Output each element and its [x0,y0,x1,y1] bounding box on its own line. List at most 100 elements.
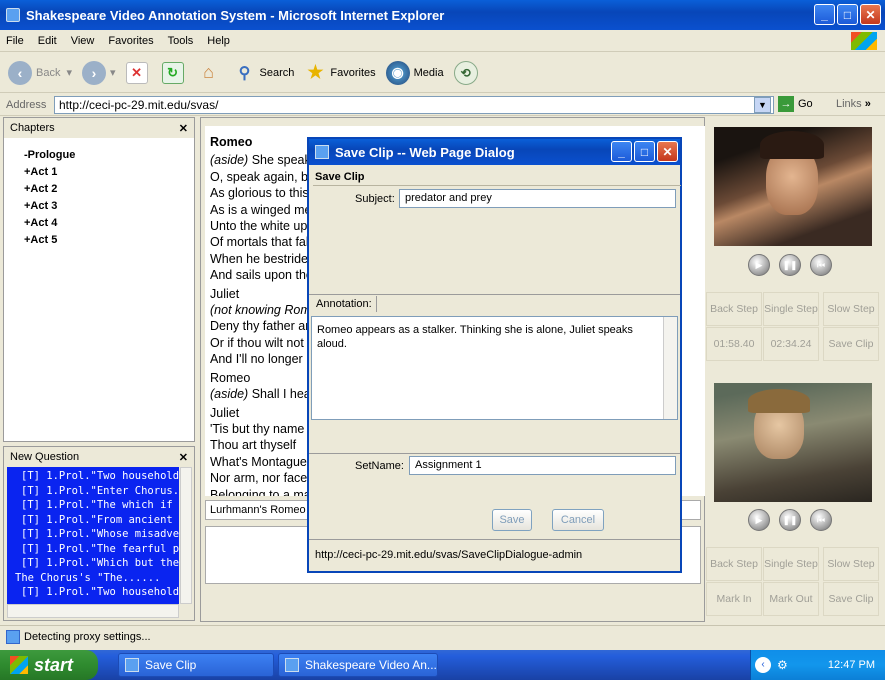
close-button[interactable]: ✕ [657,141,678,162]
annotation-textarea[interactable]: Romeo appears as a stalker. Thinking she… [311,316,678,420]
chevron-left-icon[interactable]: ‹ [755,657,771,673]
list-item[interactable]: [T] 1.Prol."Whose misadvent[ [21,527,179,542]
search-button[interactable]: ⚲ Search [234,62,295,84]
menu-tools[interactable]: Tools [168,35,194,47]
pause-button[interactable]: ❚❚ [779,509,801,531]
forward-arrow-icon: › [82,60,106,85]
chapters-panel: Chapters ✕ -Prologue +Act 1 +Act 2 +Act … [3,117,195,442]
subject-label: Subject: [355,193,395,205]
save-button[interactable]: Save [492,509,532,531]
list-item[interactable]: [T] 1.Prol."Two households [21,469,179,484]
forward-button[interactable]: › ▾ [82,60,116,85]
dialog-titlebar: Save Clip -- Web Page Dialog _ □ ✕ [309,139,680,165]
chapter-item[interactable]: -Prologue [24,149,194,161]
history-button[interactable]: ⟲ [453,60,482,85]
actor-hair [760,131,824,159]
play-button[interactable]: ▶ [748,254,770,276]
close-button[interactable]: ✕ [860,4,881,25]
video-player-top[interactable] [714,127,872,246]
close-icon[interactable]: ✕ [179,122,188,135]
menu-edit[interactable]: Edit [38,35,57,47]
chapter-item[interactable]: +Act 1 [24,166,194,178]
slow-step-button[interactable]: Slow Step [823,547,879,581]
minimize-button[interactable]: _ [814,4,835,25]
window-title: Shakespeare Video Annotation System - Mi… [26,7,445,23]
divider [309,539,680,540]
menu-favorites[interactable]: Favorites [108,35,153,47]
media-button[interactable]: ◉ Media [385,60,444,85]
network-icon[interactable]: ⚙ [777,658,788,672]
dialog-title: Save Clip -- Web Page Dialog [335,144,515,160]
maximize-button[interactable]: □ [837,4,858,25]
vertical-scrollbar[interactable] [180,467,192,604]
dialog-section-title: Save Clip [315,171,365,183]
divider [313,185,681,186]
address-input[interactable]: http://ceci-pc-29.mit.edu/svas/ [54,96,774,114]
address-dropdown-button[interactable]: ▼ [754,97,771,113]
home-button[interactable]: ⌂ [198,62,224,84]
back-button[interactable]: ‹ Back ▾ [8,60,72,85]
subject-input[interactable]: predator and prey [399,189,676,208]
back-arrow-icon: ‹ [8,60,32,85]
list-item[interactable]: The Chorus's "The...... [15,571,179,586]
system-tray: ‹ ⚙ 12:47 PM [750,650,885,680]
save-clip-button[interactable]: Save Clip [823,582,879,616]
go-button[interactable]: → Go [778,96,813,112]
status-bar: Detecting proxy settings... [0,625,885,647]
home-icon: ⌂ [203,62,214,82]
mark-in-button[interactable]: Mark In [706,582,762,616]
question-list[interactable]: [T] 1.Prol."Two households [T] 1.Prol."E… [7,467,179,604]
tab-annotation[interactable]: Annotation: [312,296,377,312]
single-step-button[interactable]: Single Step [763,292,819,326]
pause-button[interactable]: ❚❚ [779,254,801,276]
list-item[interactable]: [T] 1.Prol."The which if you... [21,498,179,513]
close-icon[interactable]: ✕ [179,451,188,464]
clock: 12:47 PM [827,659,875,671]
favorites-button[interactable]: ★ Favorites [304,62,375,84]
minimize-button[interactable]: _ [611,141,632,162]
video-pane: ▶ ❚❚ ⏮ Back Step Single Step Slow Step 0… [706,117,882,622]
mark-out-button[interactable]: Mark Out [763,582,819,616]
menu-view[interactable]: View [71,35,95,47]
refresh-button[interactable]: ↻ [161,61,188,84]
menu-bar: File Edit View Favorites Tools Help [0,30,885,52]
ie-icon [6,8,20,22]
chapters-title: Chapters [10,122,55,134]
video-player-bottom[interactable] [714,383,872,502]
toolbar: ‹ Back ▾ › ▾ ✕ ↻ ⌂ ⚲ Search ★ Favorites ◉ … [0,53,885,93]
chapter-item[interactable]: +Act 5 [24,234,194,246]
chapter-item[interactable]: +Act 3 [24,200,194,212]
divider [309,453,680,454]
list-item[interactable]: [T] 1.Prol."Two households [21,585,179,600]
maximize-button[interactable]: □ [634,141,655,162]
menu-file[interactable]: File [6,35,24,47]
list-item[interactable]: [T] 1.Prol."The fearful pa.... [21,542,179,557]
rewind-button[interactable]: ⏮ [810,509,832,531]
slow-step-button[interactable]: Slow Step [823,292,879,326]
windows-logo-icon [851,32,877,50]
chapter-item[interactable]: +Act 4 [24,217,194,229]
taskbar: start Save Clip Shakespeare Video An... … [0,650,885,680]
list-item[interactable]: [T] 1.Prol."Which but thei... [21,556,179,571]
single-step-button[interactable]: Single Step [763,547,819,581]
list-item[interactable]: [T] 1.Prol."Enter Chorus..... [21,484,179,499]
cancel-button[interactable]: Cancel [552,509,604,531]
links-button[interactable]: Links » [836,98,871,110]
taskbar-item-save-clip[interactable]: Save Clip [118,653,274,677]
chapter-item[interactable]: +Act 2 [24,183,194,195]
history-icon: ⟲ [453,60,478,85]
save-clip-button[interactable]: Save Clip [823,327,879,361]
play-button[interactable]: ▶ [748,509,770,531]
menu-help[interactable]: Help [207,35,230,47]
back-step-button[interactable]: Back Step [706,292,762,326]
start-button[interactable]: start [0,650,98,680]
rewind-button[interactable]: ⏮ [810,254,832,276]
stop-button[interactable]: ✕ [125,61,152,84]
setname-input[interactable]: Assignment 1 [409,456,676,475]
taskbar-item-shakespeare[interactable]: Shakespeare Video An... [278,653,438,677]
back-step-button[interactable]: Back Step [706,547,762,581]
list-item[interactable]: [T] 1.Prol."From ancient g.... [21,513,179,528]
horizontal-scrollbar[interactable] [7,604,179,618]
go-arrow-icon: → [778,96,794,112]
vertical-scrollbar[interactable] [663,317,677,419]
